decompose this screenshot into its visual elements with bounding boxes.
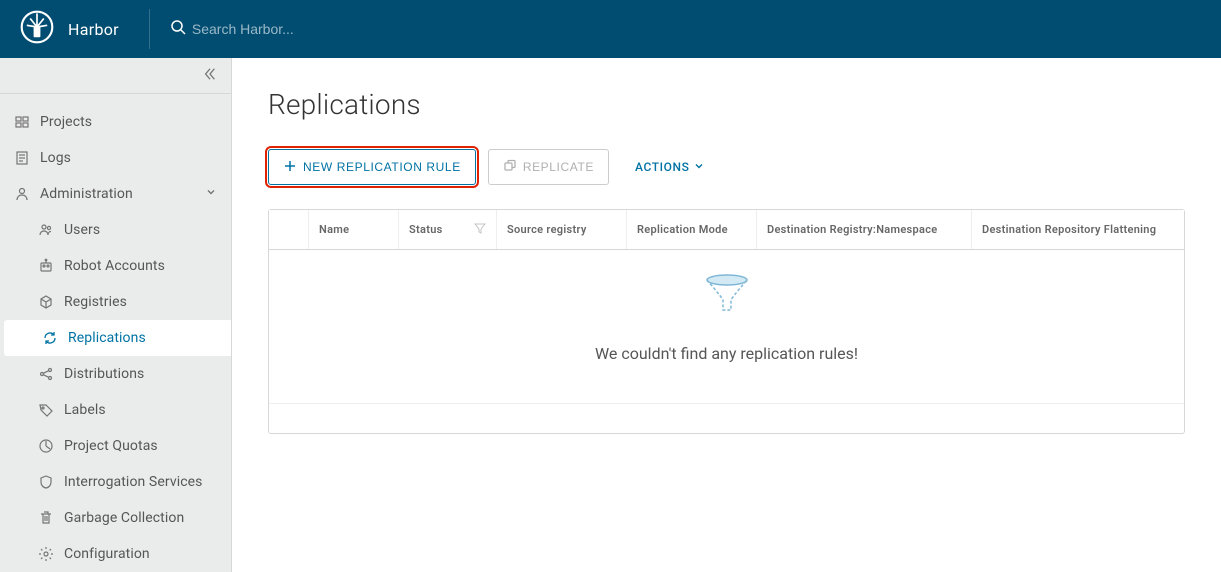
quotas-icon [38, 438, 54, 454]
users-icon [38, 222, 54, 238]
sidebar-item-garbage-collection[interactable]: Garbage Collection [0, 500, 231, 536]
sidebar-item-interrogation-services[interactable]: Interrogation Services [0, 464, 231, 500]
trash-icon [38, 510, 54, 526]
column-label: Destination Registry:Namespace [767, 223, 937, 236]
empty-state-text: We couldn't find any replication rules! [269, 344, 1184, 363]
replications-table: Name Status Source registry Replication … [268, 209, 1185, 434]
sidebar-item-label: Logs [40, 150, 71, 166]
labels-icon [38, 402, 54, 418]
new-replication-rule-button[interactable]: NEW REPLICATION RULE [268, 149, 476, 185]
distributions-icon [38, 366, 54, 382]
column-label: Name [319, 223, 349, 236]
button-label: NEW REPLICATION RULE [303, 160, 461, 174]
column-status[interactable]: Status [399, 210, 497, 249]
sidebar-item-project-quotas[interactable]: Project Quotas [0, 428, 231, 464]
search-input[interactable] [192, 21, 492, 37]
empty-state: We couldn't find any replication rules! [269, 250, 1184, 403]
column-label: Source registry [507, 223, 587, 236]
sidebar-item-replications[interactable]: Replications [4, 320, 231, 356]
search-container [160, 19, 1221, 39]
header-divider [149, 9, 150, 49]
actions-dropdown[interactable]: ACTIONS [621, 160, 704, 174]
column-source-registry[interactable]: Source registry [497, 210, 627, 249]
sidebar-item-robot-accounts[interactable]: Robot Accounts [0, 248, 231, 284]
registries-icon [38, 294, 54, 310]
sidebar-item-distributions[interactable]: Distributions [0, 356, 231, 392]
chevron-down-icon [694, 160, 704, 174]
gear-icon [38, 546, 54, 562]
column-destination-registry[interactable]: Destination Registry:Namespace [757, 210, 972, 249]
column-replication-mode[interactable]: Replication Mode [627, 210, 757, 249]
toolbar: NEW REPLICATION RULE REPLICATE ACTIONS [268, 149, 1185, 185]
harbor-logo-icon [20, 10, 54, 48]
sidebar-collapse-row [0, 58, 231, 94]
sidebar-item-label: Project Quotas [64, 438, 158, 454]
column-label: Replication Mode [637, 223, 728, 236]
sidebar-item-label: Configuration [64, 546, 150, 562]
sidebar-item-label: Projects [40, 114, 92, 130]
column-label: Status [409, 223, 443, 236]
robot-icon [38, 258, 54, 274]
sidebar-item-users[interactable]: Users [0, 212, 231, 248]
empty-state-icon-wrap [269, 270, 1184, 322]
sidebar-item-label: Administration [40, 186, 133, 202]
projects-icon [14, 114, 30, 130]
sidebar-item-projects[interactable]: Projects [0, 104, 231, 140]
sidebar-item-label: Labels [64, 402, 106, 418]
column-label: Destination Repository Flattening [982, 223, 1156, 236]
logo-section: Harbor [0, 0, 139, 58]
sidebar-item-administration[interactable]: Administration [0, 176, 231, 212]
column-destination-flattening[interactable]: Destination Repository Flattening [972, 210, 1184, 249]
replications-icon [42, 330, 58, 346]
column-name[interactable]: Name [309, 210, 399, 249]
sidebar-item-label: Robot Accounts [64, 258, 165, 274]
filter-icon[interactable] [474, 222, 486, 237]
nav: Projects Logs Administration Users Robot… [0, 94, 231, 572]
button-label: REPLICATE [523, 160, 594, 174]
search-icon [170, 19, 186, 39]
sidebar-item-label: Garbage Collection [64, 510, 184, 526]
sidebar-item-configuration[interactable]: Configuration [0, 536, 231, 572]
sidebar-item-label: Distributions [64, 366, 144, 382]
actions-label: ACTIONS [635, 160, 690, 174]
admin-icon [14, 186, 30, 202]
sidebar-item-label: Interrogation Services [64, 474, 203, 490]
sidebar-item-logs[interactable]: Logs [0, 140, 231, 176]
logs-icon [14, 150, 30, 166]
chevron-down-icon [205, 186, 217, 202]
shield-icon [38, 474, 54, 490]
sidebar-item-labels[interactable]: Labels [0, 392, 231, 428]
main-content: Replications NEW REPLICATION RULE REPLIC… [232, 58, 1221, 572]
funnel-icon [703, 270, 751, 322]
plus-icon [283, 159, 297, 176]
sidebar-item-label: Users [64, 222, 100, 238]
page-title: Replications [268, 88, 1185, 121]
sidebar: Projects Logs Administration Users Robot… [0, 58, 232, 572]
app-header: Harbor [0, 0, 1221, 58]
collapse-icon[interactable] [203, 67, 217, 85]
sidebar-item-label: Replications [68, 330, 146, 346]
column-checkbox[interactable] [269, 210, 309, 249]
replicate-icon [503, 159, 517, 176]
sidebar-item-label: Registries [64, 294, 127, 310]
replicate-button[interactable]: REPLICATE [488, 149, 609, 185]
app-name: Harbor [68, 20, 119, 39]
sidebar-item-registries[interactable]: Registries [0, 284, 231, 320]
table-header-row: Name Status Source registry Replication … [269, 210, 1184, 250]
table-footer [269, 403, 1184, 433]
